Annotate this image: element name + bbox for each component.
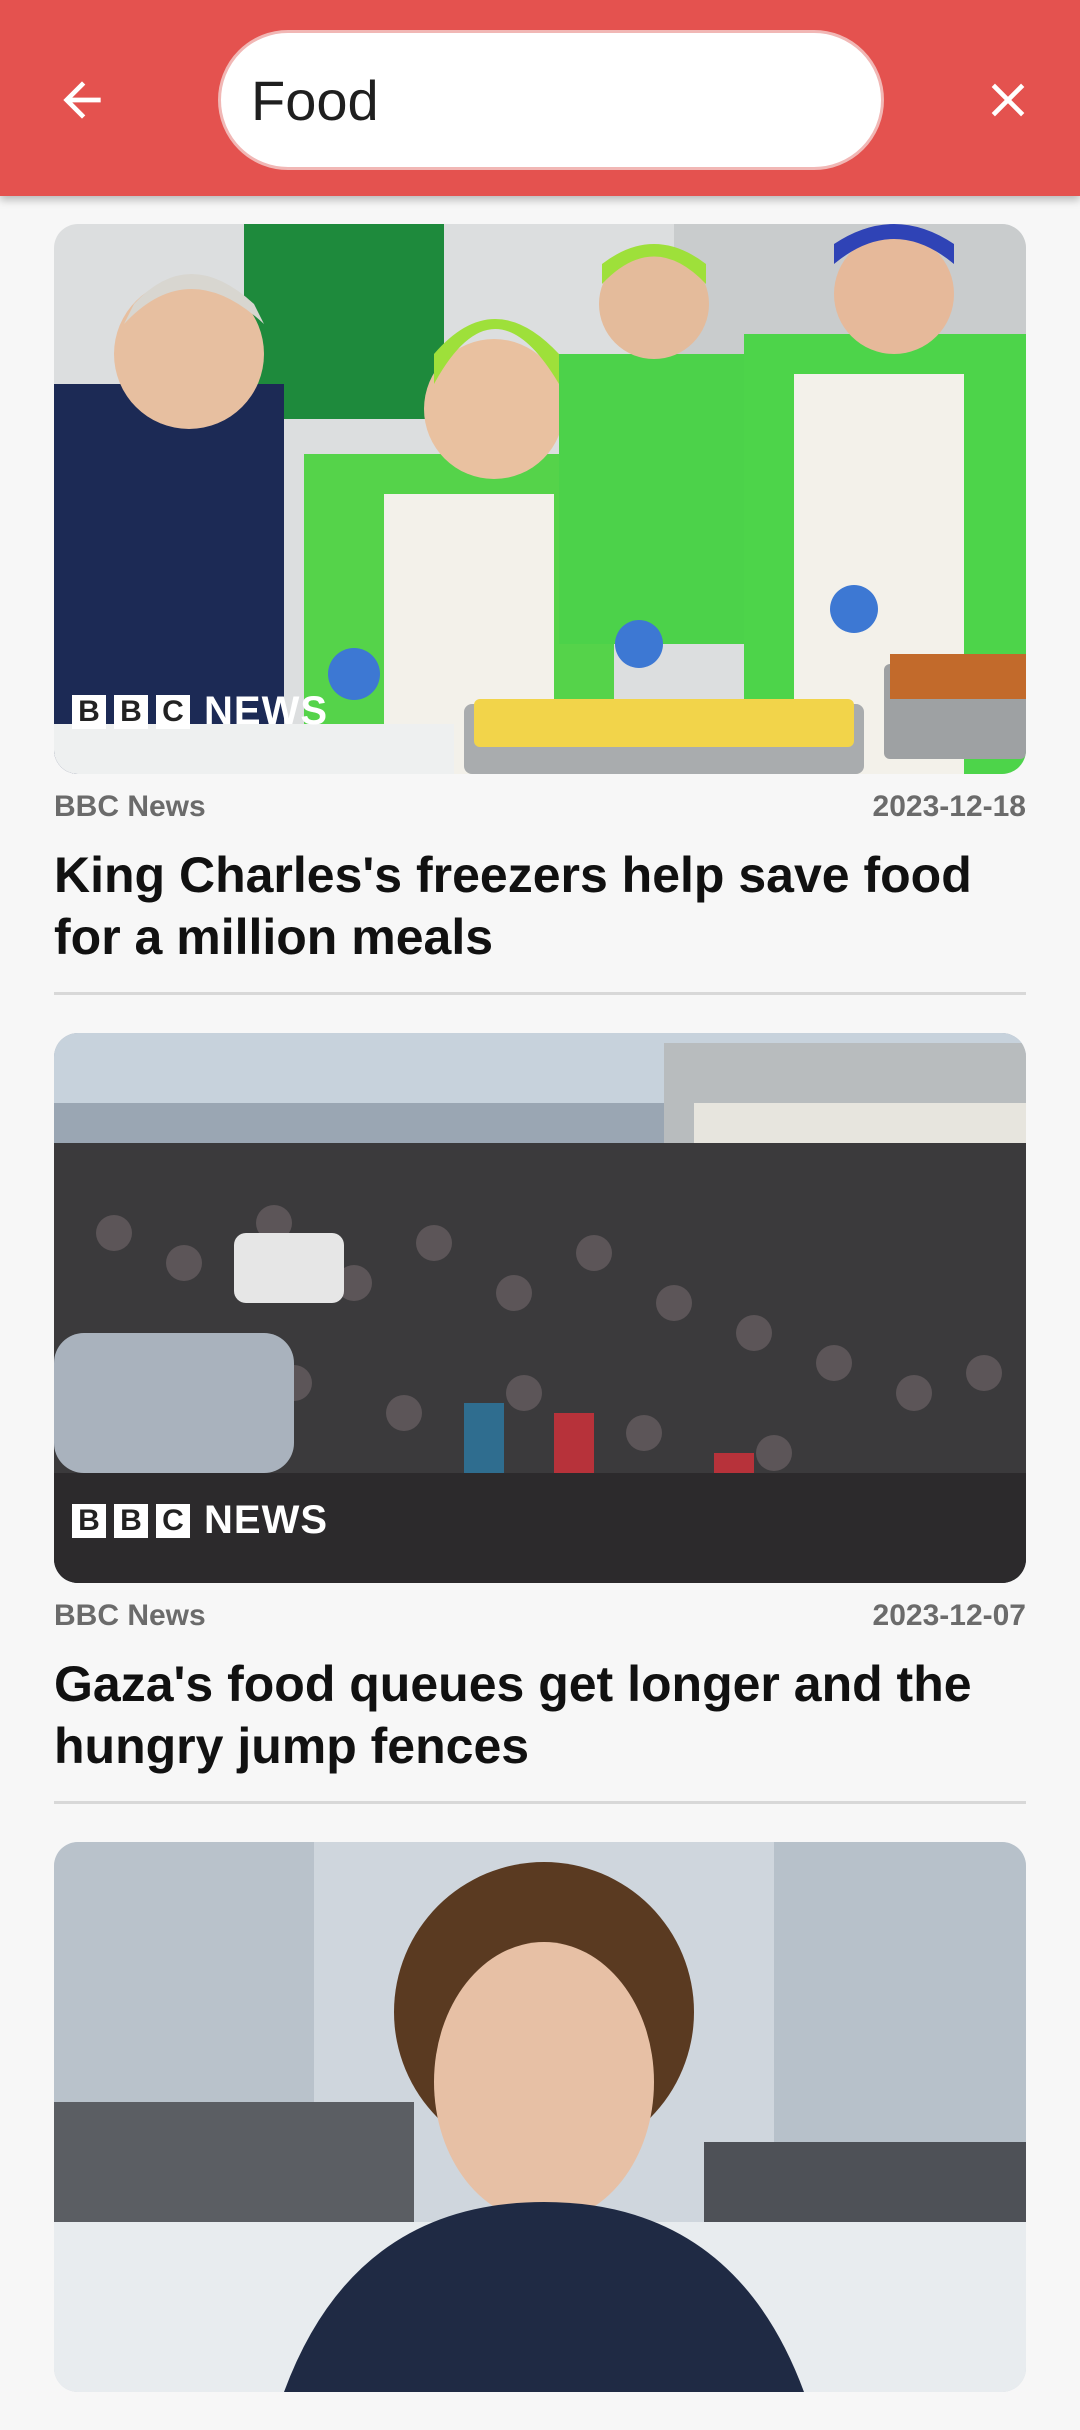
article-source: BBC News — [54, 790, 206, 823]
bbc-news-logo: B B C NEWS — [72, 1498, 328, 1543]
article-title[interactable]: King Charles's freezers help save food f… — [54, 844, 1026, 968]
news-card[interactable]: B B C NEWS BBC News 2023-12-07 Gaza's fo… — [54, 1033, 1026, 1804]
article-meta: BBC News 2023-12-18 — [54, 790, 1026, 824]
article-date: 2023-12-18 — [872, 790, 1026, 823]
article-title[interactable]: Gaza's food queues get longer and the hu… — [54, 1653, 1026, 1777]
article-image[interactable]: B B C NEWS — [54, 1033, 1026, 1583]
article-meta: BBC News 2023-12-07 — [54, 1599, 1026, 1633]
app-bar — [0, 0, 1080, 196]
news-card[interactable]: B B C NEWS BBC News 2023-12-18 King Char… — [54, 224, 1026, 995]
back-button[interactable] — [40, 58, 124, 142]
divider — [54, 992, 1026, 995]
search-field[interactable] — [218, 30, 884, 170]
news-card[interactable] — [54, 1842, 1026, 2392]
arrow-left-icon — [63, 81, 101, 119]
search-input[interactable] — [249, 66, 853, 134]
news-feed: B B C NEWS BBC News 2023-12-18 King Char… — [54, 224, 1026, 2430]
article-image[interactable]: B B C NEWS — [54, 224, 1026, 774]
photo-young-man-waterfall — [54, 1842, 1026, 2392]
close-icon — [991, 83, 1025, 117]
divider — [54, 1801, 1026, 1804]
clear-search-button[interactable] — [966, 58, 1050, 142]
article-image[interactable] — [54, 1842, 1026, 2392]
article-date: 2023-12-07 — [872, 1599, 1026, 1632]
article-source: BBC News — [54, 1599, 206, 1632]
bbc-news-logo: B B C NEWS — [72, 689, 328, 734]
